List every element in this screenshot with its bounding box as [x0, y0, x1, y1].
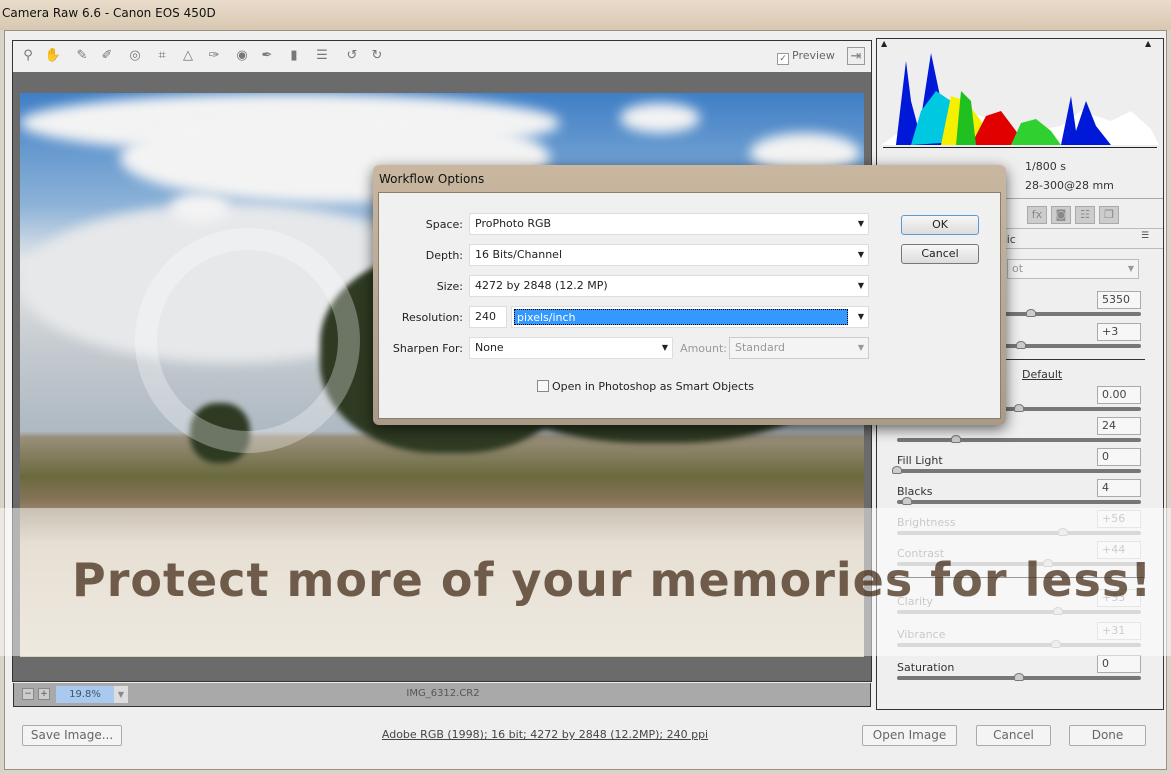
- size-select[interactable]: 4272 by 2848 (12.2 MP) ▼: [469, 275, 869, 297]
- histogram: [881, 41, 1159, 151]
- ok-button[interactable]: OK: [901, 215, 979, 235]
- spot-removal-icon[interactable]: ✑: [205, 47, 223, 65]
- chevron-down-icon: ▼: [857, 219, 864, 228]
- rotate-right-icon[interactable]: ↻: [368, 47, 386, 65]
- preview-label: Preview: [792, 49, 835, 62]
- slider-value-input[interactable]: 24: [1097, 417, 1141, 435]
- hand-icon[interactable]: ✋: [44, 47, 62, 65]
- sharpen-value: None: [475, 341, 504, 354]
- slider-track[interactable]: [897, 438, 1141, 442]
- slider-row: Saturation 0: [897, 655, 1141, 692]
- space-value: ProPhoto RGB: [475, 217, 552, 230]
- graduated-filter-icon[interactable]: ▮: [285, 47, 303, 65]
- smart-objects-label: Open in Photoshop as Smart Objects: [552, 380, 754, 393]
- slider-value-input[interactable]: 0: [1097, 448, 1141, 466]
- preferences-icon[interactable]: ☰: [313, 47, 331, 65]
- tab-fx-icon[interactable]: fx: [1027, 206, 1047, 224]
- workflow-options-dialog: Workflow Options Space: ProPhoto RGB ▼ De…: [373, 165, 1006, 425]
- sharpen-label: Sharpen For:: [392, 342, 463, 355]
- chevron-down-icon: ▼: [661, 343, 668, 352]
- red-eye-icon[interactable]: ◉: [233, 47, 251, 65]
- slider-thumb[interactable]: [901, 497, 912, 505]
- filename: IMG_6312.CR2: [406, 688, 480, 699]
- slider-label: Saturation: [897, 661, 955, 674]
- shadow-clipping-icon[interactable]: ▲: [881, 39, 887, 48]
- resolution-unit-value: pixels/inch: [514, 309, 848, 325]
- space-label: Space:: [425, 218, 463, 231]
- depth-value: 16 Bits/Channel: [475, 248, 563, 261]
- slider-label: Blacks: [897, 485, 933, 498]
- status-bar: − + 19.8% ▼ IMG_6312.CR2: [13, 683, 871, 707]
- title-bar: Camera Raw 6.6 - Canon EOS 450D: [0, 0, 1171, 30]
- tab-camera-calibration-icon[interactable]: ◙: [1051, 206, 1071, 224]
- size-value: 4272 by 2848 (12.2 MP): [475, 279, 608, 292]
- slider-thumb[interactable]: [950, 435, 961, 443]
- dialog-cancel-button[interactable]: Cancel: [901, 244, 979, 264]
- depth-label: Depth:: [425, 249, 463, 262]
- toolbar: ⚲ ✋ ✎ ✐ ◎ ⌗ △ ✑ ◉ ✒ ▮ ☰ ↺ ↻ ✓ Preview ⇥: [12, 40, 872, 72]
- white-balance-dropdown[interactable]: ot ▼: [1007, 259, 1139, 279]
- slider-value-input[interactable]: 4: [1097, 479, 1141, 497]
- done-button[interactable]: Done: [1069, 725, 1146, 746]
- slider-thumb[interactable]: [1014, 404, 1024, 412]
- sharpen-select[interactable]: None ▼: [469, 337, 673, 359]
- zoom-icon[interactable]: ⚲: [19, 47, 37, 65]
- color-sampler-icon[interactable]: ✐: [98, 47, 116, 65]
- tab-snapshots-icon[interactable]: ❐: [1099, 206, 1119, 224]
- watermark-banner: Protect more of your memories for less!: [72, 553, 1153, 607]
- slider-thumb[interactable]: [1026, 309, 1037, 317]
- white-balance-value: ot: [1012, 262, 1024, 275]
- slider-value-input[interactable]: 5350: [1097, 291, 1141, 309]
- slider-thumb[interactable]: [892, 466, 902, 474]
- smart-objects-checkbox[interactable]: Open in Photoshop as Smart Objects: [537, 380, 754, 393]
- amount-select: Standard ▼: [729, 337, 869, 359]
- slider-track[interactable]: [897, 500, 1141, 504]
- checkbox-icon: [537, 380, 549, 392]
- shutter-speed: 1/800 s: [1025, 160, 1066, 173]
- panel-menu-icon[interactable]: ☰: [1141, 231, 1149, 241]
- slider-thumb[interactable]: [1014, 673, 1024, 681]
- slider-value-input[interactable]: +3: [1097, 323, 1141, 341]
- crop-icon[interactable]: ⌗: [153, 47, 171, 65]
- targeted-adjustment-icon[interactable]: ◎: [126, 47, 144, 65]
- fullscreen-icon[interactable]: ⇥: [847, 47, 865, 65]
- slider-label: Fill Light: [897, 454, 943, 467]
- dialog-title: Workflow Options: [379, 172, 485, 186]
- chevron-down-icon: ▼: [857, 312, 864, 321]
- slider-thumb[interactable]: [1016, 341, 1027, 349]
- adjustment-brush-icon[interactable]: ✒: [258, 47, 276, 65]
- amount-label: Amount:: [680, 342, 727, 355]
- rotate-left-icon[interactable]: ↺: [343, 47, 361, 65]
- lens-info: 28-300@28 mm: [1025, 179, 1114, 192]
- save-image-button[interactable]: Save Image...: [22, 725, 122, 746]
- open-image-button[interactable]: Open Image: [862, 725, 957, 746]
- slider-value-input[interactable]: 0: [1097, 655, 1141, 673]
- chevron-down-icon: ▼: [857, 250, 864, 259]
- space-select[interactable]: ProPhoto RGB ▼: [469, 213, 869, 235]
- checkbox-icon: ✓: [777, 53, 789, 65]
- depth-select[interactable]: 16 Bits/Channel ▼: [469, 244, 869, 266]
- window-title: Camera Raw 6.6 - Canon EOS 450D: [2, 6, 216, 20]
- cancel-button[interactable]: Cancel: [976, 725, 1051, 746]
- preview-checkbox[interactable]: ✓ Preview: [777, 49, 835, 65]
- size-label: Size:: [436, 280, 463, 293]
- default-link[interactable]: Default: [1022, 368, 1062, 381]
- straighten-icon[interactable]: △: [179, 47, 197, 65]
- resolution-input[interactable]: 240: [469, 306, 507, 328]
- white-balance-icon[interactable]: ✎: [73, 47, 91, 65]
- resolution-unit-select[interactable]: pixels/inch ▼: [511, 306, 869, 328]
- slider-track[interactable]: [897, 469, 1141, 473]
- chevron-down-icon: ▼: [857, 281, 864, 290]
- slider-value-input[interactable]: 0.00: [1097, 386, 1141, 404]
- tab-presets-icon[interactable]: ☷: [1075, 206, 1095, 224]
- highlight-clipping-icon[interactable]: ▲: [1145, 39, 1151, 48]
- amount-value: Standard: [735, 341, 786, 354]
- resolution-label: Resolution:: [401, 311, 463, 324]
- chevron-down-icon: ▼: [857, 343, 864, 352]
- workflow-options-link[interactable]: Adobe RGB (1998); 16 bit; 4272 by 2848 (…: [360, 728, 730, 741]
- watermark-logo-circle: [135, 228, 360, 453]
